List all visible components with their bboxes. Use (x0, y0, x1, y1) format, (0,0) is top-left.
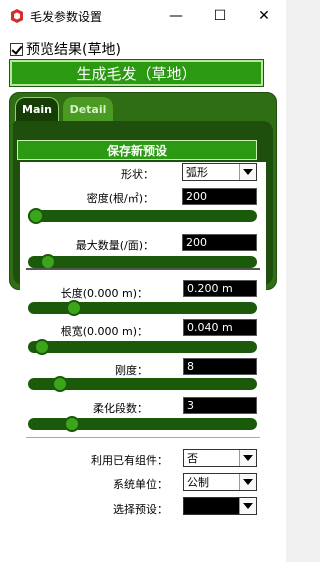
maximize-icon: ☐ (213, 8, 227, 24)
root-width-slider[interactable] (28, 339, 257, 355)
shape-value: 弧形 (186, 166, 208, 179)
root-width-field[interactable]: 0.040 m (183, 319, 257, 336)
footer-separator (26, 437, 260, 438)
soft-segments-slider[interactable] (28, 416, 257, 432)
use-component-select[interactable]: 否 (183, 449, 257, 467)
preview-checkbox[interactable] (10, 42, 23, 56)
length-slider[interactable] (28, 300, 257, 316)
stiffness-slider[interactable] (28, 376, 257, 392)
minimize-button[interactable]: — (154, 0, 198, 32)
close-icon: ✕ (258, 8, 270, 24)
max-count-field[interactable]: 200 (182, 234, 257, 251)
preview-label: 预览结果(草地) (26, 42, 121, 58)
chevron-down-icon (239, 164, 256, 180)
chevron-down-icon (239, 474, 256, 490)
tab-detail[interactable]: Detail (63, 97, 113, 121)
close-button[interactable]: ✕ (242, 0, 286, 32)
soft-segments-label: 柔化段数： (93, 402, 148, 415)
chevron-down-icon (239, 498, 256, 514)
max-count-label: 最大数量(/面)： (75, 239, 154, 252)
preview-checkbox-row[interactable]: 预览结果(草地) (10, 39, 121, 59)
minimize-icon: — (169, 8, 183, 24)
soft-segments-slider-thumb[interactable] (64, 416, 80, 432)
length-label: 长度(0.000 m)： (60, 287, 148, 300)
generate-hair-button[interactable]: 生成毛发（草地） (9, 59, 264, 87)
chevron-down-icon (239, 450, 256, 466)
units-label: 系统单位： (113, 478, 168, 491)
root-width-label: 根宽(0.000 m)： (60, 325, 148, 338)
use-component-value: 否 (187, 452, 198, 465)
tab-main[interactable]: Main (15, 97, 59, 121)
shape-label: 形状： (121, 168, 154, 181)
stiffness-slider-thumb[interactable] (52, 376, 68, 392)
save-preset-button[interactable]: 保存新预设 (17, 140, 257, 160)
length-slider-thumb[interactable] (66, 300, 82, 316)
select-preset-label: 选择预设： (113, 503, 168, 516)
units-value: 公制 (187, 476, 209, 489)
density-slider-thumb[interactable] (28, 208, 44, 224)
soft-segments-field[interactable]: 3 (183, 397, 257, 414)
stiffness-label: 刚度： (115, 364, 148, 377)
window-title: 毛发参数设置 (30, 10, 103, 24)
stiffness-field[interactable]: 8 (183, 358, 257, 375)
shape-select[interactable]: 弧形 (182, 163, 257, 181)
units-select[interactable]: 公制 (183, 473, 257, 491)
density-label: 密度(根/㎡)： (86, 192, 154, 205)
maximize-button[interactable]: ☐ (198, 0, 242, 32)
root-width-slider-thumb[interactable] (34, 339, 50, 355)
separator (26, 268, 260, 270)
max-count-slider[interactable] (28, 254, 257, 270)
select-preset-select[interactable] (183, 497, 257, 515)
use-component-label: 利用已有组件： (91, 454, 168, 467)
density-slider[interactable] (28, 208, 257, 224)
main-settings-panel: 形状： 弧形 密度(根/㎡)： 200 最大数量(/面)： 200 (20, 162, 266, 296)
title-bar: 毛发参数设置 — ☐ ✕ (0, 0, 286, 32)
length-field[interactable]: 0.200 m (183, 280, 257, 297)
dialog-content: 预览结果(草地) 生成毛发（草地） Main Detail 保存新预设 形状： … (0, 32, 286, 562)
density-field[interactable]: 200 (182, 188, 257, 205)
sketchup-icon (11, 9, 23, 23)
